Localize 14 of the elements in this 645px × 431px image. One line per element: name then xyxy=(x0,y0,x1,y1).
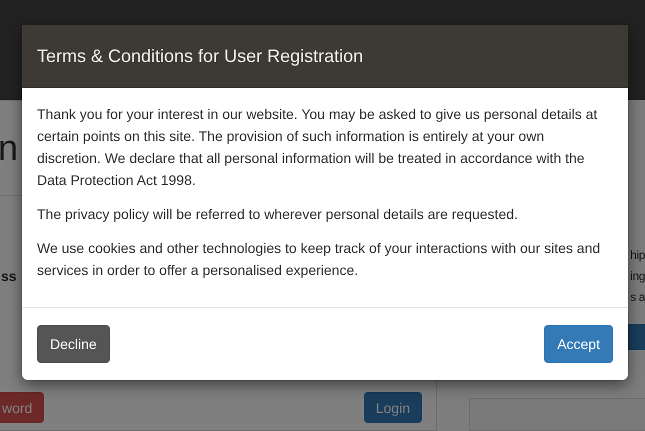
side-text: s a xyxy=(630,289,645,306)
side-text: hip xyxy=(630,247,645,264)
side-button[interactable] xyxy=(628,324,645,350)
login-button[interactable]: Login xyxy=(364,392,422,423)
dialog-title: Terms & Conditions for User Registration xyxy=(37,46,364,67)
dialog-paragraph: The privacy policy will be referred to wherever personal details are requested. xyxy=(37,205,519,224)
reset-password-button[interactable]: word xyxy=(0,392,44,423)
dialog-paragraph: We use cookies and other technologies to keep track of your interactions with our sites and services in order to offer a personalised experience. xyxy=(37,239,602,280)
field-label: ss xyxy=(1,268,17,284)
side-text: ing xyxy=(630,268,645,285)
decline-button[interactable]: Decline xyxy=(37,325,110,363)
dialog-paragraph: Thank you for your interest in our website. You may be asked to give us personal details at certain points on this site. The provision of such information is entirely at your own discretion. We declare that all personal information will be treated in accordance with the Data Protection Act 1998. xyxy=(37,105,598,190)
accept-button[interactable]: Accept xyxy=(544,325,613,363)
page-heading: n xyxy=(0,127,18,169)
